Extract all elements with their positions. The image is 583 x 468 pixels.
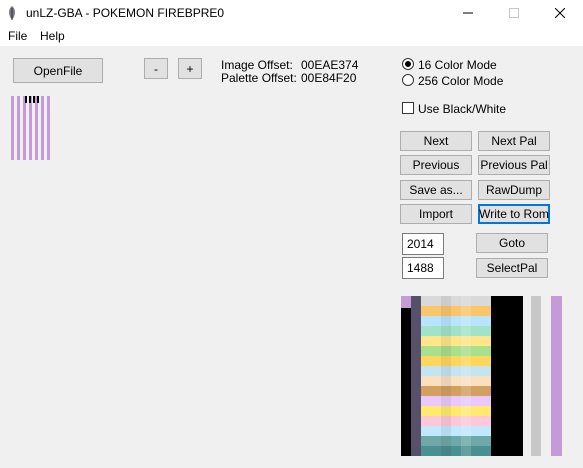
menu-file[interactable]: File [8,29,27,43]
close-icon [555,8,565,18]
menu-help[interactable]: Help [40,29,65,43]
bw-checkbox-label: Use Black/White [418,102,507,116]
previous-button[interactable]: Previous [400,155,472,175]
tile-thumbnail [11,96,50,160]
radio-16-color[interactable] [402,58,414,70]
maximize-button[interactable] [491,0,537,26]
minimize-icon [463,12,473,14]
plus-button[interactable]: + [178,58,202,79]
save-as-button[interactable]: Save as... [400,180,472,200]
next-button[interactable]: Next [400,131,472,151]
palette-offset-label: Palette Offset: [221,71,297,85]
next-pal-button[interactable]: Next Pal [478,131,550,151]
image-offset-label: Image Offset: [221,58,293,72]
import-button[interactable]: Import [400,204,472,224]
tile-preview [401,296,562,456]
maximize-icon [509,8,519,18]
bw-checkbox[interactable] [402,102,414,114]
image-offset-value: 00EAE374 [301,58,359,72]
minimize-button[interactable] [445,0,491,26]
select-pal-button[interactable]: SelectPal [476,258,548,278]
minus-button[interactable]: - [144,58,168,79]
previous-pal-button[interactable]: Previous Pal [478,155,550,175]
open-file-button[interactable]: OpenFile [13,58,103,83]
close-button[interactable] [537,0,583,26]
menu-bar: File Help [0,26,583,46]
radio-256-color[interactable] [402,74,414,86]
radio-256-color-label: 256 Color Mode [418,74,504,88]
goto-button[interactable]: Goto [476,233,548,253]
palette-offset-value: 00E84F20 [301,71,357,85]
title-bar: unLZ-GBA - POKEMON FIREBPRE0 [0,0,583,26]
radio-16-color-label: 16 Color Mode [418,58,497,72]
write-to-rom-button[interactable]: Write to Rom [478,204,550,224]
raw-dump-button[interactable]: RawDump [478,180,550,200]
input-field-2[interactable]: 1488 [402,257,444,279]
window-title: unLZ-GBA - POKEMON FIREBPRE0 [26,6,225,20]
input-field-1[interactable]: 2014 [402,233,444,255]
feather-icon [9,6,15,20]
